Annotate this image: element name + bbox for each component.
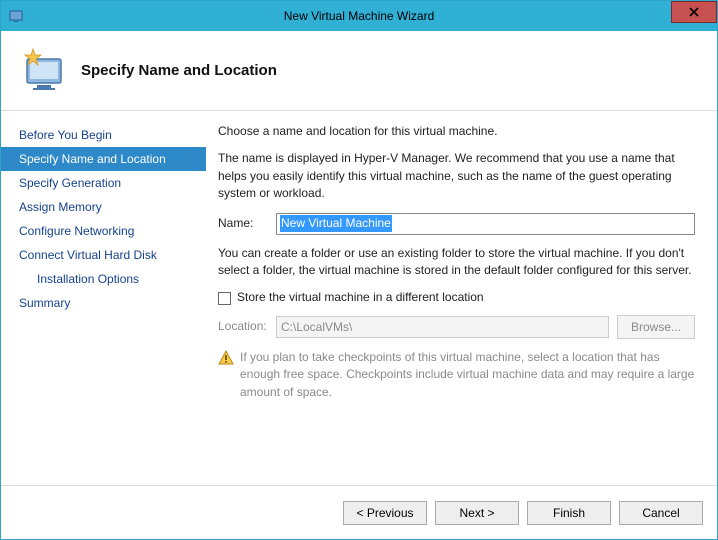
wizard-step[interactable]: Connect Virtual Hard Disk	[1, 243, 206, 267]
warning-icon	[218, 350, 234, 366]
store-location-checkbox-label: Store the virtual machine in a different…	[237, 289, 484, 306]
warning-row: If you plan to take checkpoints of this …	[218, 349, 695, 401]
wizard-step[interactable]: Installation Options	[1, 267, 206, 291]
name-input[interactable]: New Virtual Machine	[276, 213, 695, 235]
name-input-value: New Virtual Machine	[280, 215, 392, 232]
folder-help-text: You can create a folder or use an existi…	[218, 245, 695, 280]
title-bar: New Virtual Machine Wizard	[1, 1, 717, 31]
finish-button[interactable]: Finish	[527, 501, 611, 525]
wizard-header: Specify Name and Location	[1, 31, 717, 111]
wizard-step[interactable]: Summary	[1, 291, 206, 315]
close-icon	[689, 7, 699, 17]
wizard-step[interactable]: Configure Networking	[1, 219, 206, 243]
cancel-button[interactable]: Cancel	[619, 501, 703, 525]
page-title: Specify Name and Location	[81, 62, 277, 79]
wizard-step[interactable]: Assign Memory	[1, 195, 206, 219]
store-location-checkbox[interactable]	[218, 292, 231, 305]
name-label: Name:	[218, 215, 276, 232]
app-icon	[9, 8, 25, 24]
next-button[interactable]: Next >	[435, 501, 519, 525]
window-title: New Virtual Machine Wizard	[1, 9, 717, 23]
wizard-window: New Virtual Machine Wizard Specify Name …	[0, 0, 718, 540]
wizard-body: Before You BeginSpecify Name and Locatio…	[1, 111, 717, 485]
location-label: Location:	[218, 318, 276, 335]
name-row: Name: New Virtual Machine	[218, 213, 695, 235]
wizard-step[interactable]: Specify Name and Location	[1, 147, 206, 171]
monitor-star-icon	[19, 47, 67, 95]
location-input	[276, 316, 609, 338]
wizard-footer: < Previous Next > Finish Cancel	[1, 485, 717, 539]
wizard-content: Choose a name and location for this virt…	[206, 111, 717, 485]
warning-text: If you plan to take checkpoints of this …	[240, 349, 695, 401]
intro-text: Choose a name and location for this virt…	[218, 123, 695, 140]
close-button[interactable]	[671, 1, 717, 23]
wizard-step[interactable]: Before You Begin	[1, 123, 206, 147]
location-row: Location: Browse...	[218, 315, 695, 339]
browse-button: Browse...	[617, 315, 695, 339]
store-location-checkbox-row: Store the virtual machine in a different…	[218, 289, 695, 306]
name-help-text: The name is displayed in Hyper-V Manager…	[218, 150, 695, 202]
wizard-sidebar: Before You BeginSpecify Name and Locatio…	[1, 111, 206, 485]
previous-button[interactable]: < Previous	[343, 501, 427, 525]
wizard-step[interactable]: Specify Generation	[1, 171, 206, 195]
